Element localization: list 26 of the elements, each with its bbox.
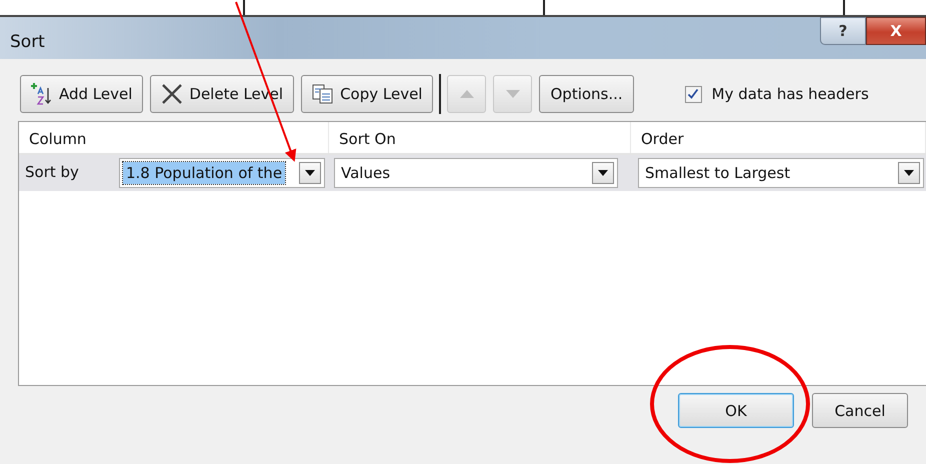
sort-on-dropdown[interactable]: Values — [334, 158, 618, 188]
add-level-button[interactable]: Add Level — [20, 75, 144, 113]
close-button[interactable]: X — [866, 17, 926, 45]
sort-level-row[interactable]: Sort by 1.8 Population of the Values Smallest to Largest — [19, 155, 926, 191]
down-arrow-icon — [506, 90, 520, 98]
column-header: Sort On — [329, 122, 631, 153]
options-button[interactable]: Options... — [539, 75, 634, 113]
headers-checkbox[interactable] — [684, 86, 702, 102]
column-header: Order — [631, 122, 926, 153]
dropdown-caret-icon — [305, 170, 315, 176]
ok-button[interactable]: OK — [678, 393, 794, 428]
up-arrow-icon — [460, 90, 474, 98]
column-dropdown[interactable]: 1.8 Population of the — [119, 158, 325, 188]
order-dropdown[interactable]: Smallest to Largest — [638, 158, 924, 188]
copy-level-button[interactable]: Copy Level — [301, 75, 434, 113]
dropdown-caret-icon — [904, 170, 914, 176]
column-header: Column — [19, 122, 329, 153]
cancel-button[interactable]: Cancel — [812, 393, 908, 428]
dropdown-caret-icon — [598, 170, 608, 176]
row-label: Sort by — [24, 163, 79, 181]
copy-icon — [312, 84, 334, 104]
window-title: Sort — [10, 32, 45, 52]
sort-add-icon — [31, 82, 53, 106]
x-icon — [161, 83, 184, 105]
help-button[interactable]: ? — [820, 17, 866, 45]
checkbox-label: My data has headers — [712, 85, 869, 103]
